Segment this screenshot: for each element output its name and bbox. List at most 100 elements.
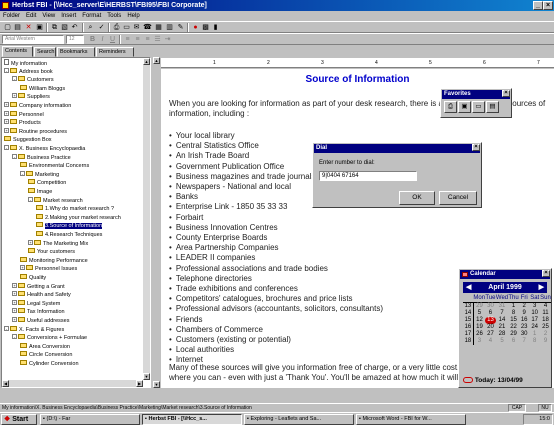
tree-item[interactable]: + Legal System — [12, 299, 60, 308]
calendar-icon[interactable]: ▦ — [154, 23, 163, 32]
menu-tools[interactable]: Tools — [104, 11, 124, 21]
scroll-left-icon[interactable]: ◀ — [2, 380, 9, 387]
taskbar-item-herbst[interactable]: ▪ Herbst FBI - [\\Hcc_s... — [142, 414, 242, 425]
paste-icon[interactable]: ▧ — [60, 23, 69, 32]
email-icon[interactable]: ✉ — [132, 23, 141, 32]
expand-icon[interactable]: + — [4, 110, 9, 116]
tab-search[interactable]: Search — [34, 47, 56, 57]
taskbar-item-far[interactable]: ▪ (D:\) - Far — [40, 414, 140, 425]
calendar-day[interactable]: 6 — [508, 338, 519, 345]
tree-item[interactable]: - Customers — [12, 76, 54, 84]
tree-item[interactable]: Competition — [28, 179, 66, 187]
calendar-day[interactable]: 21 — [496, 324, 508, 331]
tree-item[interactable]: Environmental Concerns — [20, 162, 89, 170]
new-icon[interactable]: ▤ — [13, 23, 22, 32]
tree-item[interactable]: - X. Facts & Figures — [4, 325, 64, 334]
calendar-day[interactable]: 15 — [508, 317, 519, 324]
expand-icon[interactable]: + — [4, 119, 9, 125]
align-center-icon[interactable]: ≡ — [133, 35, 142, 44]
tree-item[interactable]: + Useful addresses — [12, 317, 70, 325]
scroll-up-icon[interactable]: ▲ — [143, 58, 150, 65]
calendar-day[interactable]: 6 — [485, 310, 496, 317]
calendar-day[interactable]: 1 — [529, 331, 540, 338]
calendar-day[interactable]: 24 — [529, 324, 540, 331]
collapse-icon[interactable]: - — [12, 76, 17, 82]
expand-icon[interactable]: + — [28, 239, 33, 245]
expand-icon[interactable]: + — [12, 291, 17, 297]
calendar-day[interactable]: 3 — [473, 338, 485, 345]
close-icon[interactable]: × — [543, 1, 553, 10]
favorite-open-icon[interactable]: ▭ — [472, 101, 485, 113]
taskbar-item-exploring[interactable]: ▪ Exploring - Leaflets and Sa... — [244, 414, 354, 425]
calendar-today[interactable]: Today: 13/04/99 — [463, 377, 523, 384]
tree-item[interactable]: + Personnel Issues — [20, 265, 77, 273]
calendar-day[interactable]: 22 — [508, 324, 519, 331]
tree-item[interactable]: Your customers — [28, 248, 75, 256]
tree-item[interactable]: - Market research — [28, 196, 83, 205]
calendar-day[interactable]: 30 — [519, 331, 529, 338]
tools-icon[interactable]: ✎ — [176, 23, 185, 32]
calendar-day[interactable]: 8 — [529, 338, 540, 345]
barcode-icon[interactable]: ▮ — [211, 23, 220, 32]
print-icon[interactable]: ⎙ — [112, 23, 121, 32]
menu-format[interactable]: Format — [79, 11, 104, 21]
expand-icon[interactable]: + — [12, 282, 17, 288]
tree-item[interactable]: + Personnel — [4, 110, 44, 119]
calendar-day[interactable]: 17 — [529, 317, 540, 324]
collapse-icon[interactable]: - — [28, 196, 33, 202]
calendar-day[interactable]: 5 — [473, 310, 485, 317]
collapse-icon[interactable]: - — [4, 67, 9, 73]
tree-item[interactable]: + Company information — [4, 102, 71, 110]
calendar-day[interactable]: 10 — [529, 310, 540, 317]
tree-item[interactable]: William Bloggs — [20, 84, 65, 93]
close-icon[interactable]: × — [472, 144, 480, 151]
calendar-day[interactable]: 31 — [496, 303, 508, 311]
font-size-select[interactable]: 12 — [66, 35, 84, 44]
tree-item[interactable]: Image — [28, 188, 52, 196]
expand-icon[interactable]: + — [20, 265, 25, 271]
splitter-scrollbar[interactable]: ▲ ▼ — [153, 57, 160, 388]
minimize-icon[interactable]: _ — [533, 1, 543, 10]
align-left-icon[interactable]: ≡ — [123, 35, 132, 44]
tree-item[interactable]: Circle Conversion — [20, 351, 72, 359]
next-month-icon[interactable]: ▶ — [539, 282, 544, 293]
scroll-down-icon[interactable]: ▼ — [153, 381, 160, 388]
menu-insert[interactable]: Insert — [58, 11, 79, 21]
tree-item[interactable]: My information — [4, 59, 47, 67]
calendar-day[interactable]: 27 — [485, 331, 496, 338]
collapse-icon[interactable]: - — [20, 170, 25, 176]
calendar-day[interactable]: 13 — [485, 317, 496, 324]
favorite-list-icon[interactable]: ▤ — [486, 101, 499, 113]
indent-icon[interactable]: ⇥ — [163, 35, 172, 44]
calendar-day[interactable]: 9 — [519, 310, 529, 317]
bullets-icon[interactable]: ☰ — [153, 35, 162, 44]
collapse-icon[interactable]: - — [4, 325, 9, 331]
calendar-day[interactable]: 28 — [496, 331, 508, 338]
start-button[interactable]: ❖ Start — [1, 414, 37, 425]
calendar-day[interactable]: 3 — [529, 303, 540, 311]
calendar-day[interactable]: 1 — [508, 303, 519, 311]
stop-icon[interactable]: ● — [191, 23, 200, 32]
chart-icon[interactable]: ▥ — [165, 23, 174, 32]
calendar-day[interactable]: 26 — [473, 331, 485, 338]
tree-item[interactable]: - Conversions + Formulae — [12, 334, 87, 342]
calendar-day[interactable]: 4 — [485, 338, 496, 345]
calendar-day[interactable]: 8 — [508, 310, 519, 317]
expand-icon[interactable]: + — [12, 317, 17, 322]
close-icon[interactable]: × — [502, 90, 510, 97]
italic-icon[interactable]: I — [98, 35, 107, 44]
calendar-day[interactable]: 14 — [496, 317, 508, 324]
menu-folder[interactable]: Folder — [0, 11, 23, 21]
expand-icon[interactable]: + — [12, 308, 17, 314]
ok-button[interactable]: OK — [399, 191, 435, 205]
font-name-select[interactable]: Arial Western — [2, 35, 64, 44]
tree-item[interactable]: Quality — [20, 274, 46, 282]
scroll-up-icon[interactable]: ▲ — [153, 57, 160, 64]
calendar-day[interactable]: 29 — [508, 331, 519, 338]
clock[interactable]: 15:0 — [539, 416, 550, 422]
tree-item[interactable]: Monitoring Performance — [20, 256, 88, 265]
menu-help[interactable]: Help — [124, 11, 142, 21]
calendar-day[interactable]: 4 — [540, 303, 551, 311]
dial-number-input[interactable]: 9|0404 67164 — [319, 171, 417, 181]
calendar-day[interactable]: 18 — [540, 317, 551, 324]
